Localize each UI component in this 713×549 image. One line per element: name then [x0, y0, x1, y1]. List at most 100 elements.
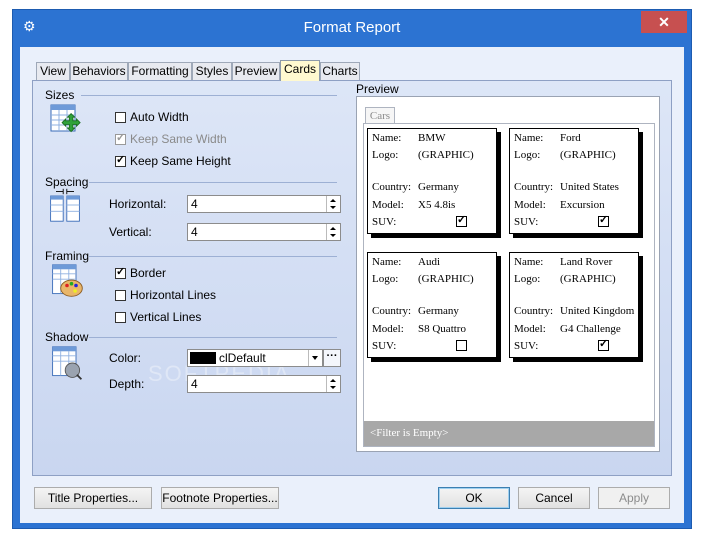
tab-view[interactable]: View — [36, 62, 70, 80]
apply-button[interactable]: Apply — [598, 487, 670, 509]
spin-down-icon[interactable] — [330, 206, 336, 209]
card-model-value: X5 4.8is — [418, 199, 456, 211]
border-box[interactable] — [115, 265, 126, 279]
name-field-label: Name: — [514, 132, 544, 144]
suv-checkbox[interactable] — [598, 337, 609, 351]
card-country-value: United States — [560, 181, 619, 193]
footnote-properties-button[interactable]: Footnote Properties... — [161, 487, 279, 509]
card-logo-value: (GRAPHIC) — [418, 273, 474, 285]
model-field-label: Model: — [372, 323, 404, 335]
card-country-value: Germany — [418, 305, 459, 317]
keep-same-width-box[interactable] — [115, 131, 126, 145]
chevron-down-icon[interactable] — [308, 350, 322, 366]
model-field-label: Model: — [514, 199, 546, 211]
vertical-spin-arrows[interactable] — [326, 224, 340, 240]
keep-same-height-box[interactable] — [115, 153, 126, 167]
country-field-label: Country: — [372, 181, 412, 193]
suv-checkbox[interactable] — [456, 340, 467, 351]
framing-divider — [89, 256, 337, 257]
card-logo-value: (GRAPHIC) — [418, 149, 474, 161]
tab-preview[interactable]: Preview — [232, 62, 280, 80]
logo-field-label: Logo: — [372, 149, 399, 161]
card-name-value: Ford — [560, 132, 581, 144]
logo-field-label: Logo: — [514, 149, 541, 161]
suv-checkbox[interactable] — [598, 213, 609, 227]
tab-styles[interactable]: Styles — [192, 62, 232, 80]
cancel-button[interactable]: Cancel — [518, 487, 590, 509]
filter-bar[interactable]: <Filter is Empty> — [364, 421, 654, 446]
card-bmw[interactable]: Name: BMW Logo: (GRAPHIC) Country: Germany … — [367, 128, 497, 234]
card-model-value: Excursion — [560, 199, 605, 211]
tab-formatting[interactable]: Formatting — [128, 62, 192, 80]
horizontal-spin-arrows[interactable] — [326, 196, 340, 212]
card-model-value: G4 Challenge — [560, 323, 621, 335]
preview-card-area: Name: BMW Logo: (GRAPHIC) Country: Germany … — [363, 123, 655, 447]
card-name-value: Audi — [418, 256, 440, 268]
title-bar[interactable]: ⚙ Format Report ✕ — [13, 10, 691, 46]
ok-button[interactable]: OK — [438, 487, 510, 509]
dialog-client-area: View Behaviors Formatting Styles Preview… — [20, 47, 684, 523]
shadow-depth-label: Depth: — [109, 377, 145, 391]
vertical-lines-box[interactable] — [115, 311, 126, 323]
spin-up-icon[interactable] — [330, 199, 336, 202]
spin-down-icon[interactable] — [330, 234, 336, 237]
horizontal-spacing-spinner[interactable]: 4 — [187, 195, 341, 213]
preview-tab-cars[interactable]: Cars — [365, 107, 395, 124]
vertical-spacing-value[interactable]: 4 — [191, 225, 198, 239]
shadow-depth-value[interactable]: 4 — [191, 377, 198, 391]
spin-up-icon[interactable] — [330, 227, 336, 230]
auto-width-label: Auto Width — [130, 110, 189, 124]
auto-width-checkbox[interactable]: Auto Width — [115, 109, 189, 125]
suv-field-label: SUV: — [514, 340, 539, 352]
card-logo-value: (GRAPHIC) — [560, 149, 616, 161]
sizes-section-label: Sizes — [45, 88, 75, 102]
shadow-color-label: Color: — [109, 351, 142, 365]
color-ellipsis-button[interactable]: ··· — [323, 349, 341, 367]
spin-down-icon[interactable] — [330, 386, 336, 389]
card-name-value: Land Rover — [560, 256, 613, 268]
title-properties-button[interactable]: Title Properties... — [34, 487, 152, 509]
card-model-value: S8 Quattro — [418, 323, 466, 335]
vertical-lines-checkbox[interactable]: Vertical Lines — [115, 309, 201, 325]
country-field-label: Country: — [514, 305, 554, 317]
name-field-label: Name: — [514, 256, 544, 268]
format-report-window: ⚙ Format Report ✕ View Behaviors Formatt… — [12, 9, 692, 529]
suv-field-label: SUV: — [372, 216, 397, 228]
card-ford[interactable]: Name: Ford Logo: (GRAPHIC) Country: United … — [509, 128, 639, 234]
shadow-divider — [89, 337, 337, 338]
model-field-label: Model: — [372, 199, 404, 211]
depth-spin-arrows[interactable] — [326, 376, 340, 392]
vertical-spacing-spinner[interactable]: 4 — [187, 223, 341, 241]
suv-checkbox[interactable] — [456, 213, 467, 227]
name-field-label: Name: — [372, 132, 402, 144]
tab-charts[interactable]: Charts — [320, 62, 360, 80]
card-logo-value: (GRAPHIC) — [560, 273, 616, 285]
horizontal-lines-box[interactable] — [115, 289, 126, 301]
horizontal-spacing-value[interactable]: 4 — [191, 197, 198, 211]
vertical-lines-label: Vertical Lines — [130, 310, 202, 324]
card-land-rover[interactable]: Name: Land Rover Logo: (GRAPHIC) Country: U… — [509, 252, 639, 358]
shadow-depth-spinner[interactable]: 4 — [187, 375, 341, 393]
card-framing-icon — [52, 264, 83, 297]
close-button[interactable]: ✕ — [641, 11, 687, 33]
card-size-icon — [50, 104, 81, 133]
tab-behaviors[interactable]: Behaviors — [70, 62, 128, 80]
suv-field-label: SUV: — [372, 340, 397, 352]
auto-width-box[interactable] — [115, 111, 126, 123]
cards-tab-panel: SOFTPEDIA Sizes Auto Width Keep Same Wid… — [32, 80, 672, 476]
sizes-divider — [81, 95, 337, 96]
window-title: Format Report — [303, 19, 401, 36]
shadow-section-label: Shadow — [45, 330, 89, 344]
border-checkbox[interactable]: Border — [115, 265, 166, 281]
color-swatch — [190, 352, 216, 364]
vertical-spacing-label: Vertical: — [109, 225, 152, 239]
spin-up-icon[interactable] — [330, 379, 336, 382]
framing-section-label: Framing — [45, 249, 90, 263]
card-audi[interactable]: Name: Audi Logo: (GRAPHIC) Country: Germany… — [367, 252, 497, 358]
keep-same-width-checkbox[interactable]: Keep Same Width — [115, 131, 227, 147]
horizontal-lines-checkbox[interactable]: Horizontal Lines — [115, 287, 216, 303]
horizontal-spacing-label: Horizontal: — [109, 197, 167, 211]
keep-same-height-checkbox[interactable]: Keep Same Height — [115, 153, 231, 169]
shadow-color-combo[interactable]: clDefault — [187, 349, 323, 367]
tab-cards[interactable]: Cards — [280, 60, 320, 81]
